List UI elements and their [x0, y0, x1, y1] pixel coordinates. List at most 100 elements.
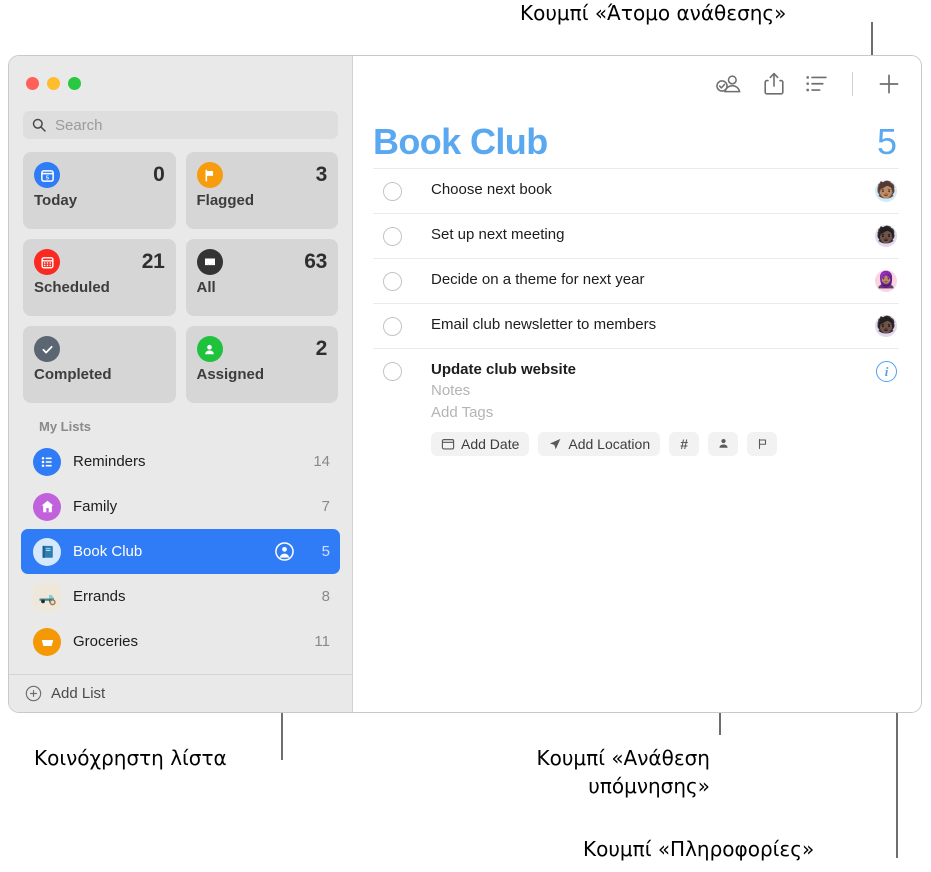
sidebar-item-label: Family: [73, 498, 118, 515]
callout-assign-reminder-line2: υπόμνησης»: [588, 774, 710, 798]
task-title[interactable]: Update club website: [431, 361, 876, 378]
sidebar-item-label: Groceries: [73, 633, 139, 650]
sidebar-item-count: 14: [313, 453, 330, 470]
search-input[interactable]: [53, 115, 329, 135]
task-content: Update club website Notes Add Tags Add D…: [402, 361, 876, 456]
screenshot-root: Κουμπί «Άτομο ανάθεσης» Κοινόχρηστη λίστ…: [0, 0, 931, 872]
task-row[interactable]: Decide on a theme for next year 🧕🏽: [373, 258, 899, 303]
share-button[interactable]: [764, 72, 784, 95]
avatar[interactable]: 🧑🏿: [875, 225, 897, 247]
view-options-button[interactable]: [806, 74, 828, 94]
smart-list-count: 21: [141, 250, 165, 273]
smart-list-label: Flagged: [196, 192, 255, 209]
smart-list-label: Scheduled: [34, 279, 110, 296]
search-icon: [32, 118, 46, 132]
task-title: Choose next book: [431, 181, 552, 198]
smart-list-all[interactable]: 63 All: [185, 239, 338, 316]
book-icon: [33, 537, 61, 566]
sidebar-item-label: Errands: [73, 588, 126, 605]
plus-icon: [879, 74, 899, 93]
list-view-icon: [806, 75, 827, 91]
sidebar-item-reminders[interactable]: Reminders 14: [21, 439, 340, 484]
task-title: Decide on a theme for next year: [431, 271, 645, 288]
sidebar-item-count: 8: [321, 588, 330, 605]
task-complete-circle[interactable]: [383, 182, 402, 201]
zoom-button[interactable]: [68, 77, 81, 90]
add-location-label: Add Location: [568, 435, 651, 452]
notes-field[interactable]: Notes: [431, 382, 876, 399]
svg-text:5: 5: [46, 175, 49, 181]
add-tag-button[interactable]: #: [669, 431, 700, 456]
my-lists-header: My Lists: [39, 419, 92, 434]
add-tags-field[interactable]: Add Tags: [431, 404, 876, 421]
add-list-button[interactable]: Add List: [9, 674, 352, 712]
sidebar-item-label: Book Club: [73, 543, 143, 560]
smart-list-scheduled[interactable]: 21 Scheduled: [23, 239, 176, 316]
smart-list-count: 3: [315, 163, 328, 186]
sidebar-item-errands[interactable]: Errands 8: [21, 574, 340, 619]
avatar[interactable]: 🧑🏿: [875, 315, 897, 337]
search-container: [9, 111, 352, 149]
info-button[interactable]: i: [876, 361, 897, 382]
sidebar-item-book-club[interactable]: Book Club 5: [21, 529, 340, 574]
add-date-button[interactable]: Add Date: [431, 431, 530, 456]
hashtag-icon: #: [680, 435, 688, 452]
smart-lists-grid: 5 0 Today 3 Flagged 21 Scheduled 63 All …: [9, 149, 352, 403]
smart-list-count: 0: [153, 163, 165, 186]
smart-list-assigned[interactable]: 2 Assigned: [185, 326, 338, 403]
main-pane: Book Club 5 Choose next book 🧑🏽 Set up n…: [353, 56, 921, 712]
callout-assignee-button: Κουμπί «Άτομο ανάθεσης»: [520, 1, 787, 25]
smart-list-completed[interactable]: Completed: [23, 326, 176, 403]
share-icon: [764, 72, 784, 95]
smart-list-label: Completed: [34, 366, 112, 383]
task-row-expanded[interactable]: Update club website Notes Add Tags Add D…: [373, 348, 899, 467]
sidebar-item-count: 11: [314, 633, 330, 650]
flag-button[interactable]: [747, 431, 778, 456]
task-title: Set up next meeting: [431, 226, 565, 243]
shared-list-icon[interactable]: [275, 542, 294, 561]
sidebar-item-count: 5: [321, 543, 330, 560]
smart-list-today[interactable]: 5 0 Today: [23, 152, 176, 229]
close-button[interactable]: [26, 77, 39, 90]
callout-info-button: Κουμπί «Πληροφορίες»: [583, 837, 815, 861]
smart-list-count: 63: [304, 250, 327, 273]
calendar-day-icon: 5: [34, 162, 60, 188]
sidebar-item-groceries[interactable]: Groceries 11: [21, 619, 340, 664]
task-complete-circle[interactable]: [383, 272, 402, 291]
add-list-label: Add List: [51, 685, 106, 702]
calendar-icon: [34, 249, 60, 275]
detail-chip-row: Add Date Add Location #: [431, 431, 876, 456]
minimize-button[interactable]: [47, 77, 60, 90]
flag-icon: [758, 438, 766, 449]
task-title: Email club newsletter to members: [431, 316, 657, 333]
person-icon: [196, 336, 223, 362]
avatar[interactable]: 🧑🏽: [875, 180, 897, 202]
assignee-button[interactable]: [715, 73, 742, 94]
smart-list-label: Today: [34, 192, 78, 209]
task-row[interactable]: Email club newsletter to members 🧑🏿: [373, 303, 899, 348]
add-location-button[interactable]: Add Location: [538, 431, 661, 456]
smart-list-label: Assigned: [196, 366, 265, 383]
task-complete-circle[interactable]: [383, 227, 402, 246]
sidebar-item-label: Reminders: [73, 453, 146, 470]
search-box[interactable]: [23, 111, 338, 139]
reminders-window: 5 0 Today: [8, 55, 922, 713]
toolbar-divider: [852, 71, 853, 96]
smart-list-flagged[interactable]: 3 Flagged: [185, 152, 338, 229]
task-row[interactable]: Choose next book 🧑🏽: [373, 168, 899, 213]
task-content: Set up next meeting: [402, 226, 875, 243]
plus-circle-icon: [25, 685, 42, 702]
house-icon: [33, 492, 61, 521]
person-icon: [719, 439, 728, 448]
task-complete-circle[interactable]: [383, 317, 402, 336]
page-title: Book Club: [373, 121, 548, 162]
person-badge-checkmark-icon: [716, 75, 741, 93]
task-row[interactable]: Set up next meeting 🧑🏿: [373, 213, 899, 258]
avatar[interactable]: 🧕🏽: [875, 270, 897, 292]
assign-reminder-button[interactable]: [708, 431, 739, 456]
location-icon: [550, 438, 561, 449]
task-complete-circle[interactable]: [383, 362, 402, 381]
add-reminder-button[interactable]: [877, 72, 901, 96]
sidebar-item-count: 7: [321, 498, 330, 515]
sidebar-item-family[interactable]: Family 7: [21, 484, 340, 529]
